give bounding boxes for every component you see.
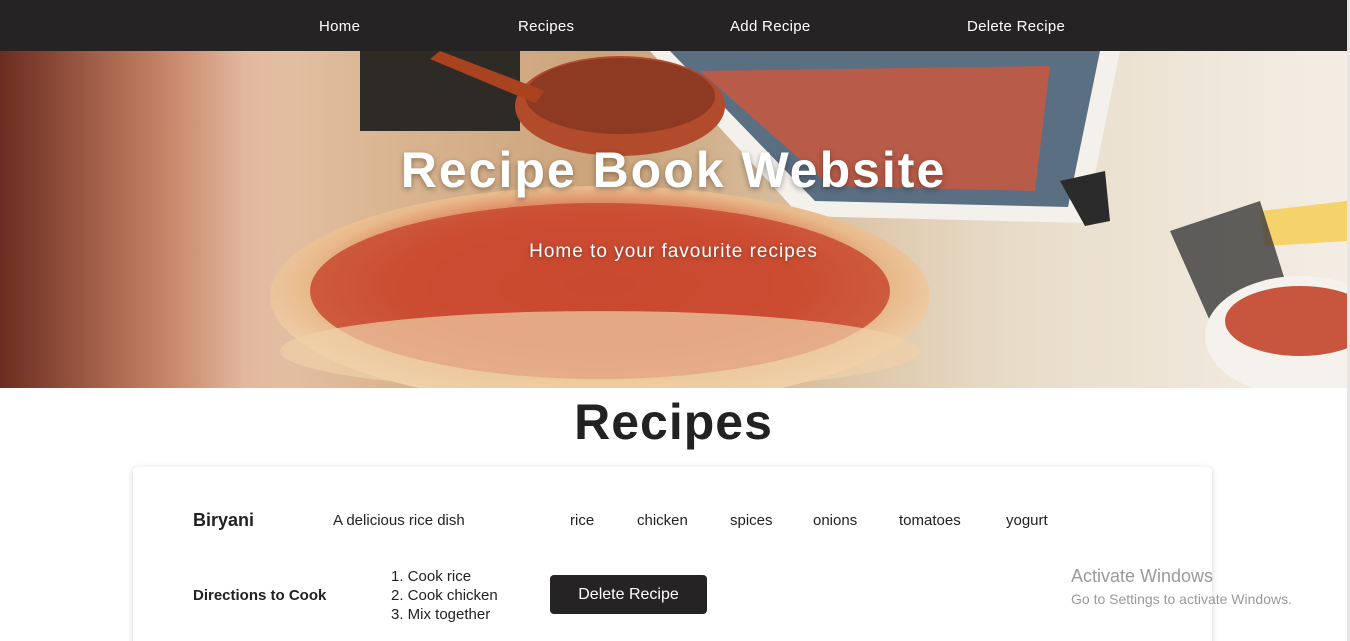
nav-recipes-link[interactable]: Recipes <box>518 18 574 35</box>
directions-list: 1. Cook rice 2. Cook chicken 3. Mix toge… <box>391 567 498 624</box>
activate-windows-title: Activate Windows <box>1071 566 1214 586</box>
hero-background-image <box>0 51 1347 388</box>
direction-step: 2. Cook chicken <box>391 587 498 604</box>
nav-home-link[interactable]: Home <box>319 18 360 35</box>
recipe-name: Biryani <box>193 510 255 530</box>
hero-title: Recipe Book Website <box>400 142 947 198</box>
ingredient-item: onions <box>813 512 858 529</box>
direction-step: 3. Mix together <box>391 606 491 623</box>
direction-step: 1. Cook rice <box>391 568 472 585</box>
hero-banner: Recipe Book Website Home to your favouri… <box>0 51 1347 388</box>
directions-label: Directions to Cook <box>193 587 327 604</box>
ingredient-item: yogurt <box>1006 512 1048 529</box>
top-navbar: Home Recipes Add Recipe Delete Recipe <box>0 0 1347 51</box>
ingredient-item: tomatoes <box>899 512 961 529</box>
nav-add-recipe-link[interactable]: Add Recipe <box>730 18 811 35</box>
ingredient-item: spices <box>730 512 773 529</box>
hero-subtitle: Home to your favourite recipes <box>529 241 818 262</box>
ingredient-item: rice <box>570 512 595 529</box>
delete-recipe-button[interactable]: Delete Recipe <box>550 575 707 614</box>
ingredient-item: chicken <box>637 512 688 529</box>
nav-delete-recipe-link[interactable]: Delete Recipe <box>967 18 1065 35</box>
recipes-section-title: Recipes <box>574 394 773 450</box>
activate-windows-subtitle: Go to Settings to activate Windows. <box>1071 591 1292 607</box>
recipe-card: Biryani A delicious rice dish rice chick… <box>133 467 1212 641</box>
recipe-description: A delicious rice dish <box>333 512 465 529</box>
